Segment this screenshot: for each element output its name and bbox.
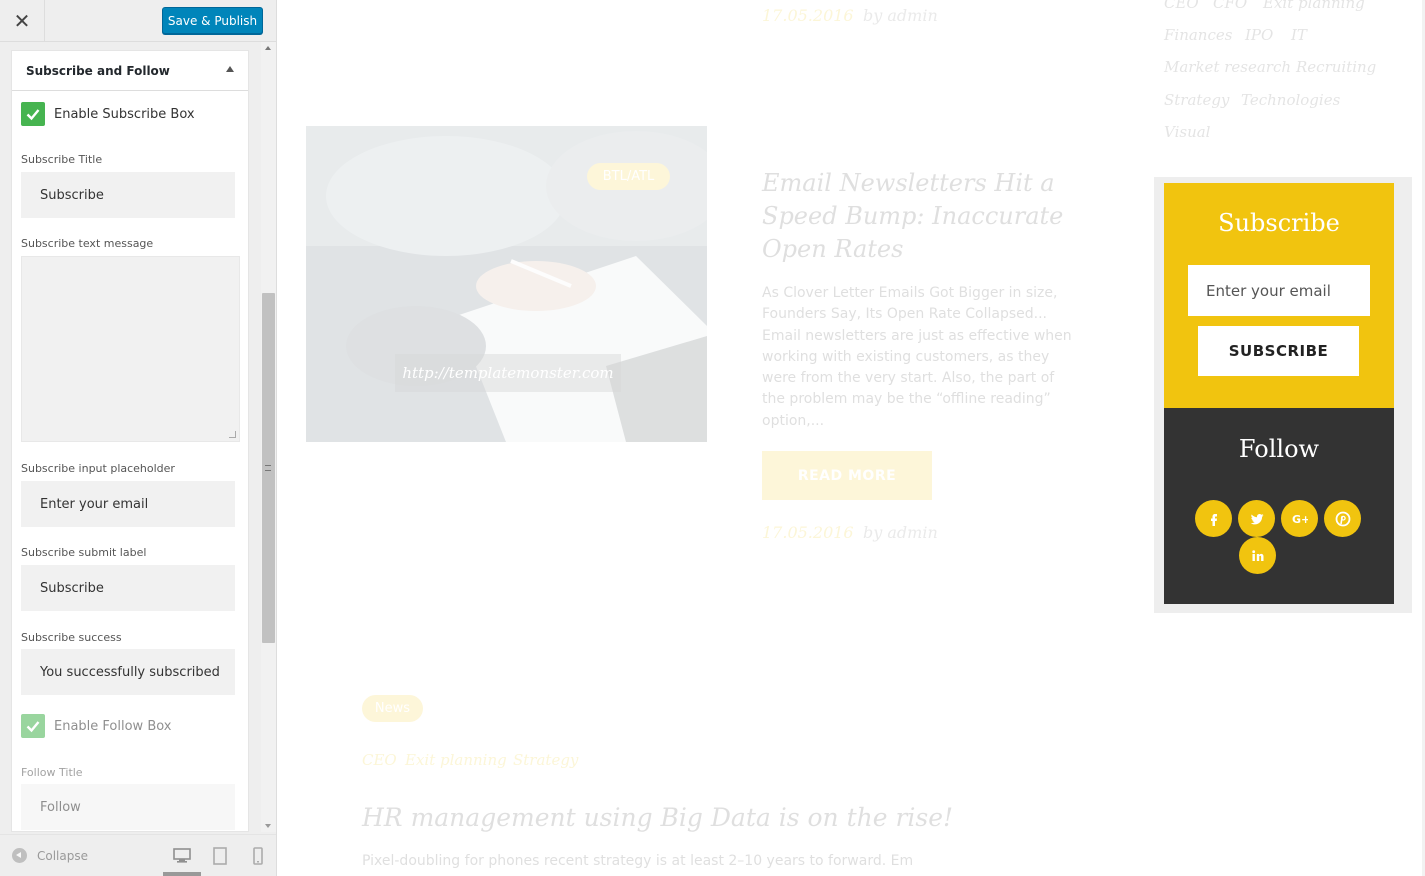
customizer-footer: Collapse [0,834,276,876]
post2-title[interactable]: HR management using Big Data is on the r… [362,803,953,832]
checkmark-icon [26,721,40,733]
post2-tag[interactable]: CEO [362,751,397,769]
enable-follow-row: Enable Follow Box [21,714,172,738]
post2-excerpt: Pixel-doubling for phones recent strateg… [362,853,914,869]
post-date-top: 17.05.2016 [762,6,854,25]
tag-cloud-item[interactable]: Finances [1164,26,1232,44]
desktop-icon[interactable] [172,847,192,865]
site-preview: 17.05.2016 by admin CEO CFO Exit plannin… [277,0,1425,876]
subscribe-placeholder-field[interactable]: Enter your email [21,481,235,527]
customizer-header: ✕ Save & Publish [0,0,276,42]
tag-cloud-item[interactable]: Visual [1164,123,1210,141]
enable-follow-label: Enable Follow Box [54,718,172,734]
post2-tag[interactable]: Exit planning [405,751,507,769]
post-author-top[interactable]: by admin [863,6,938,25]
follow-box: Follow G+ [1164,408,1394,604]
subscribe-success-field[interactable]: You successfully subscribed [21,649,235,695]
follow-title-field[interactable]: Follow [21,784,235,830]
linkedin-icon[interactable] [1239,537,1276,574]
tag-cloud-item[interactable]: Market research [1164,58,1291,76]
tag-cloud-item[interactable]: Recruiting [1296,58,1376,76]
tag-cloud-item[interactable]: Exit planning [1263,0,1365,12]
enable-subscribe-label: Enable Subscribe Box [54,106,195,122]
enable-subscribe-checkbox[interactable] [21,102,45,126]
twitter-icon[interactable] [1238,500,1275,537]
subscribe-submit-field[interactable]: Subscribe [21,565,235,611]
follow-title-label: Follow Title [21,766,83,779]
enable-follow-checkbox[interactable] [21,714,45,738]
subscribe-message-label: Subscribe text message [21,237,154,250]
post-date: 17.05.2016 [762,523,854,542]
tag-cloud-item[interactable]: IPO [1245,26,1273,44]
post-excerpt: As Clover Letter Emails Got Bigger in si… [762,285,1072,429]
tag-cloud-item[interactable]: Strategy [1164,91,1229,109]
subscribe-title-field[interactable]: Subscribe [21,172,235,218]
resize-grip-icon[interactable] [229,431,236,438]
read-more-button[interactable]: READ MORE [762,451,932,500]
active-device-indicator [163,872,201,876]
facebook-icon[interactable] [1195,500,1232,537]
scroll-down-arrow-icon[interactable] [265,824,271,828]
section-panel: Subscribe and Follow Enable Subscribe Bo… [11,50,249,832]
tag-cloud-item[interactable]: CEO [1164,0,1199,12]
collapse-sidebar-button[interactable]: Collapse [12,848,88,863]
close-customizer-button[interactable]: ✕ [0,0,45,42]
customizer-sidebar: ✕ Save & Publish Subscribe and Follow En… [0,0,277,876]
collapse-arrow-icon [12,848,27,863]
save-publish-button[interactable]: Save & Publish [162,7,263,34]
subscribe-submit-label: Subscribe submit label [21,546,147,559]
section-title: Subscribe and Follow [26,63,170,78]
section-header[interactable]: Subscribe and Follow [12,51,248,91]
mobile-icon[interactable] [248,847,268,865]
enable-subscribe-row: Enable Subscribe Box [21,102,195,126]
tag-cloud-item[interactable]: CFO [1213,0,1247,12]
post-category-badge[interactable]: BTL/ATL [587,163,670,190]
post2-category-badge[interactable]: News [362,695,423,722]
google-plus-icon[interactable]: G+ [1281,500,1318,537]
post2-tag[interactable]: Strategy [513,751,578,769]
subscribe-success-label: Subscribe success [21,631,122,644]
subscribe-message-textarea[interactable] [21,256,240,442]
scroll-up-arrow-icon[interactable] [265,46,271,50]
subscribe-box: Subscribe Enter your email SUBSCRIBE [1164,183,1394,408]
image-link-caption[interactable]: http://templatemonster.com [395,354,621,392]
collapse-label: Collapse [37,848,88,863]
tag-cloud-item[interactable]: IT [1291,26,1307,44]
pinterest-icon[interactable] [1324,500,1361,537]
post-title[interactable]: Email Newsletters Hit a Speed Bump: Inac… [762,167,1072,266]
subscribe-placeholder-label: Subscribe input placeholder [21,462,175,475]
email-input[interactable]: Enter your email [1188,265,1370,316]
scroll-grip-icon [265,465,271,471]
checkmark-icon [26,109,40,121]
tag-cloud-item[interactable]: Technologies [1241,91,1340,109]
subscribe-title-label: Subscribe Title [21,153,103,166]
follow-title: Follow [1238,435,1320,463]
collapse-section-icon[interactable] [226,66,234,72]
post-author[interactable]: by admin [863,523,938,542]
subscribe-button[interactable]: SUBSCRIBE [1198,326,1359,376]
subscribe-title: Subscribe [1218,209,1340,237]
svg-text:G+: G+ [1292,513,1308,526]
tablet-icon[interactable] [210,847,230,865]
